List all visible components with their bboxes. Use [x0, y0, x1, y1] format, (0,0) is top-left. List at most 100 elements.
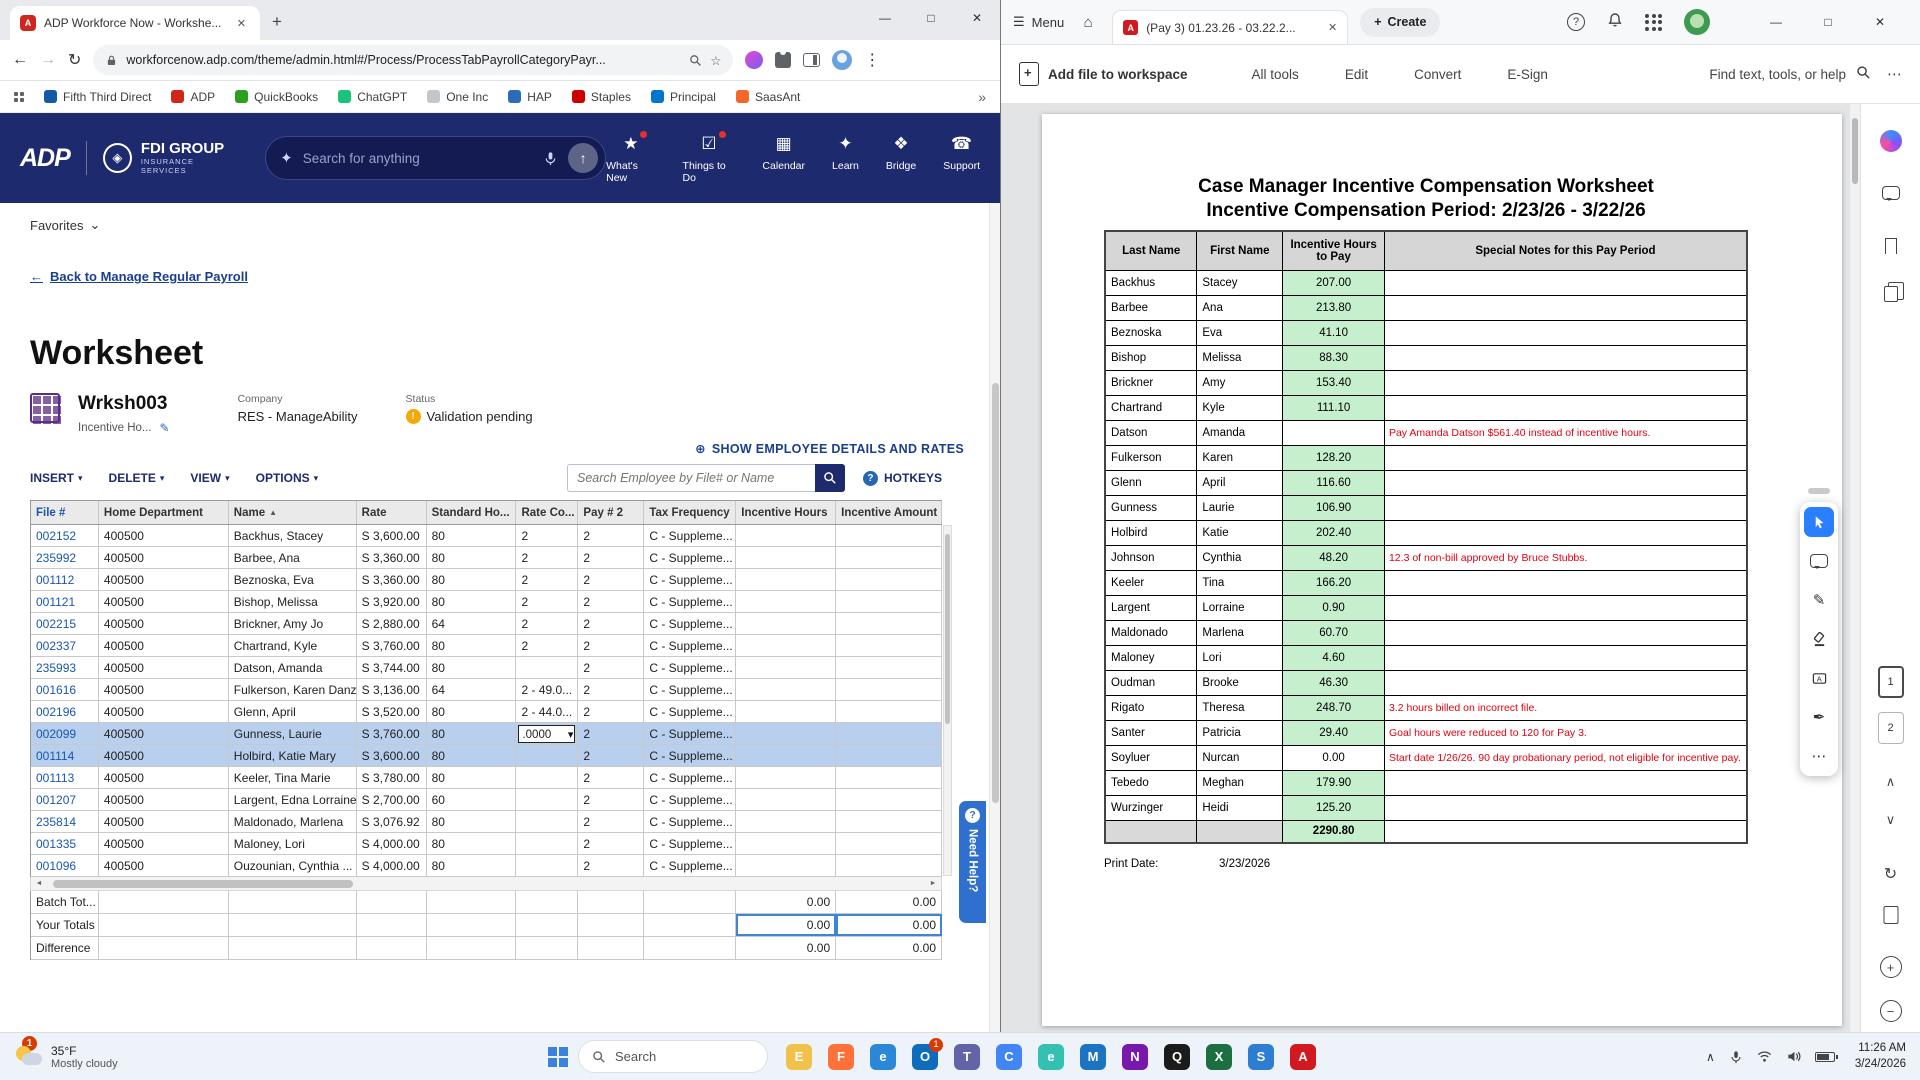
incentive-amount-cell[interactable]: [836, 547, 943, 568]
incentive-amount-cell[interactable]: [836, 569, 943, 590]
bookmark-item[interactable]: SaasAnt: [735, 90, 800, 104]
rate-code-cell[interactable]: [516, 657, 579, 678]
taskbar-app-icon[interactable]: M: [1072, 1035, 1114, 1079]
file-number-link[interactable]: 235814: [31, 811, 99, 832]
hotkeys-link[interactable]: ? HOTKEYS: [862, 470, 942, 486]
refresh-button[interactable]: ↻: [68, 50, 81, 70]
rate-code-cell[interactable]: 2: [516, 613, 579, 634]
table-row[interactable]: 001335 400500 Maloney, Lori S 4,000.00 8…: [31, 833, 943, 855]
incentive-hours-cell[interactable]: [736, 635, 837, 656]
table-row[interactable]: 002196 400500 Glenn, April S 3,520.00 80…: [31, 701, 943, 723]
rate-code-cell[interactable]: [516, 745, 579, 766]
rate-code-cell[interactable]: [516, 833, 579, 854]
edit-pencil-icon[interactable]: ✎: [160, 421, 170, 435]
file-number-link[interactable]: 001113: [31, 767, 99, 788]
rate-code-cell[interactable]: 2 - 44.0...: [516, 701, 579, 722]
bookmark-item[interactable]: HAP: [508, 90, 552, 104]
file-number-link[interactable]: 001096: [31, 855, 99, 876]
browser-menu-icon[interactable]: ⋮: [864, 50, 880, 70]
select-tool-icon[interactable]: [1804, 507, 1834, 537]
rate-code-cell[interactable]: 2: [516, 569, 579, 590]
table-row[interactable]: 235814 400500 Maldonado, Marlena S 3,076…: [31, 811, 943, 833]
file-number-link[interactable]: 001616: [31, 679, 99, 700]
table-row[interactable]: 235992 400500 Barbee, Ana S 3,360.00 80 …: [31, 547, 943, 569]
rate-code-cell[interactable]: 2: [516, 635, 579, 656]
table-row[interactable]: 001114 400500 Holbird, Katie Mary S 3,60…: [31, 745, 943, 767]
back-button[interactable]: ←: [12, 51, 28, 69]
rate-code-cell[interactable]: [516, 855, 579, 876]
scrollbar-thumb[interactable]: [53, 879, 353, 888]
find-tools-button[interactable]: Find text, tools, or help: [1709, 65, 1871, 83]
home-icon[interactable]: ⌂: [1076, 10, 1100, 34]
grid-horizontal-scrollbar[interactable]: ◄ ►: [30, 877, 942, 891]
favorites-dropdown[interactable]: Favorites ⌄: [30, 217, 140, 233]
column-header-file[interactable]: File #: [31, 501, 99, 524]
page-thumbnail-2[interactable]: 2: [1877, 712, 1904, 744]
toolbar-menu[interactable]: OPTIONS ▾: [256, 471, 319, 485]
tray-volume-icon[interactable]: [1786, 1049, 1801, 1064]
taskbar-app-icon[interactable]: N: [1114, 1035, 1156, 1079]
table-row[interactable]: 235993 400500 Datson, Amanda S 3,744.00 …: [31, 657, 943, 679]
incentive-hours-cell[interactable]: [736, 745, 837, 766]
file-number-link[interactable]: 235992: [31, 547, 99, 568]
app-launcher-icon[interactable]: [1645, 13, 1662, 31]
lock-icon[interactable]: [105, 54, 118, 67]
incentive-amount-cell[interactable]: [836, 745, 943, 766]
incentive-hours-cell[interactable]: [736, 679, 837, 700]
next-page-icon[interactable]: ∨: [1886, 812, 1896, 828]
fit-page-icon[interactable]: [1883, 906, 1898, 924]
incentive-amount-cell[interactable]: [836, 657, 943, 678]
url-field[interactable]: workforcenow.adp.com/theme/admin.html#/P…: [93, 45, 734, 75]
tray-wifi-icon[interactable]: [1757, 1049, 1772, 1064]
taskbar-app-icon[interactable]: S: [1240, 1035, 1282, 1079]
incentive-hours-cell[interactable]: [736, 525, 837, 546]
taskbar-app-icon[interactable]: e: [862, 1035, 904, 1079]
file-number-link[interactable]: 002196: [31, 701, 99, 722]
adp-search-bar[interactable]: ✦ ↑: [265, 136, 607, 180]
sign-tool-icon[interactable]: ✒: [1804, 702, 1834, 732]
column-header-standard-hours[interactable]: Standard Ho...: [427, 501, 517, 524]
zoom-in-icon[interactable]: +: [1879, 956, 1902, 978]
rail-more-icon[interactable]: ⋯: [1804, 741, 1834, 771]
incentive-hours-cell[interactable]: [736, 701, 837, 722]
file-number-link[interactable]: 001114: [31, 745, 99, 766]
incentive-hours-cell[interactable]: [736, 789, 837, 810]
bookmark-item[interactable]: One Inc: [427, 90, 488, 104]
acrobat-tool-tab[interactable]: E-Sign: [1507, 67, 1548, 82]
help-icon[interactable]: ?: [1567, 13, 1585, 31]
column-header-name[interactable]: Name ▲: [229, 501, 357, 524]
table-row[interactable]: 002099 400500 Gunness, Laurie S 3,760.00…: [31, 723, 942, 745]
zoom-out-icon[interactable]: −: [1879, 1000, 1902, 1022]
comments-panel-icon[interactable]: [1881, 186, 1900, 201]
file-number-link[interactable]: 001335: [31, 833, 99, 854]
tray-battery-icon[interactable]: [1814, 1051, 1838, 1062]
apps-grid-icon[interactable]: [14, 91, 24, 102]
bookmark-item[interactable]: Principal: [650, 90, 716, 104]
acrobat-tool-tab[interactable]: Convert: [1414, 67, 1461, 82]
toolbar-overflow-icon[interactable]: ⋯: [1887, 65, 1902, 83]
file-number-link[interactable]: 001207: [31, 789, 99, 810]
taskbar-app-icon[interactable]: A: [1282, 1035, 1324, 1079]
browser-profile-avatar[interactable]: [832, 50, 853, 70]
favorite-star-icon[interactable]: ☆: [710, 53, 721, 68]
file-number-link[interactable]: 002152: [31, 525, 99, 546]
table-row[interactable]: 001112 400500 Beznoska, Eva S 3,360.00 8…: [31, 569, 943, 591]
acrobat-tool-tab[interactable]: Edit: [1345, 67, 1368, 82]
taskbar-app-icon[interactable]: F: [820, 1035, 862, 1079]
scroll-right-icon[interactable]: ►: [925, 880, 941, 887]
incentive-amount-cell[interactable]: [836, 789, 943, 810]
taskbar-app-icon[interactable]: T: [946, 1035, 988, 1079]
column-header-incentive-amount[interactable]: Incentive Amount: [836, 501, 943, 524]
taskbar-clock[interactable]: 11:26 AM 3/24/2026: [1855, 1041, 1906, 1072]
forward-button[interactable]: →: [40, 51, 56, 69]
tray-chevron-up-icon[interactable]: ∧: [1706, 1050, 1715, 1064]
add-file-button[interactable]: Add file to workspace: [1019, 62, 1188, 86]
incentive-amount-cell[interactable]: [836, 591, 943, 612]
highlight-tool-icon[interactable]: [1804, 624, 1834, 654]
maximize-button[interactable]: □: [908, 0, 954, 36]
adp-search-input[interactable]: [302, 150, 534, 166]
incentive-amount-cell[interactable]: [836, 613, 943, 634]
taskbar-app-icon[interactable]: O 1: [904, 1035, 946, 1079]
adp-nav-item[interactable]: What's New: [606, 129, 655, 184]
adp-nav-item[interactable]: Things to Do: [683, 129, 736, 184]
